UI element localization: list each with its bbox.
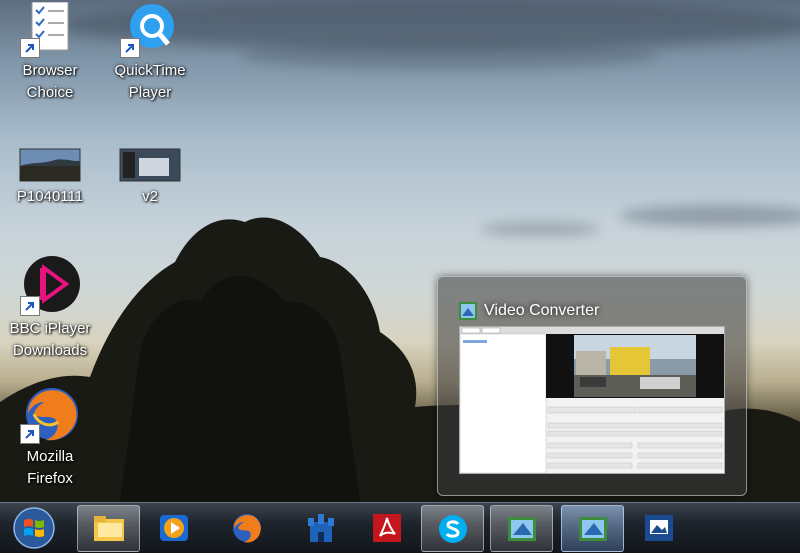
skype-icon [439,515,467,543]
icon-label: v2 [142,188,158,205]
video-thumbnail-icon [119,148,181,182]
thumbnail-title: Video Converter [484,302,600,319]
taskbar-button-video-converter-1[interactable] [490,505,553,552]
file-explorer-icon [94,516,124,541]
desktop-icon-p1040111[interactable]: P1040111 [5,148,95,208]
taskbar-button-photo-viewer[interactable] [628,505,689,550]
taskbar [0,502,800,553]
icon-label-line-1: Mozilla [26,448,74,465]
adobe-reader-icon [373,514,401,542]
video-converter-icon [579,517,607,541]
desktop-icon-firefox[interactable]: Mozilla Firefox [5,384,95,490]
firefox-icon [233,514,261,543]
taskbar-button-video-converter-2[interactable] [561,505,624,552]
photo-viewer-icon [645,515,673,541]
media-player-icon [160,515,188,541]
icon-label: P1040111 [16,188,84,205]
castle-app-icon [308,514,334,542]
shortcut-arrow-icon [20,424,40,444]
icon-label-line-2: Firefox [27,470,73,487]
taskbar-button-castle-app[interactable] [290,505,351,550]
taskbar-button-file-explorer[interactable] [77,505,140,552]
photo-thumbnail-icon [19,148,81,182]
icon-label-line-1: Browser [22,62,78,79]
icon-label-line-2: Choice [26,84,74,101]
shortcut-arrow-icon [120,38,140,58]
icon-label-line-2: Downloads [12,342,88,359]
windows-start-icon [13,507,55,549]
icon-label-line-2: Player [128,84,172,101]
icon-label-line-1: QuickTime [114,62,186,79]
icon-label-line-1: BBC iPlayer [9,320,91,337]
shortcut-arrow-icon [20,296,40,316]
taskbar-button-adobe-reader[interactable] [356,505,417,550]
desktop-icon-quicktime[interactable]: QuickTime Player [105,2,195,104]
taskbar-button-skype[interactable] [421,505,484,552]
video-converter-icon [459,302,477,320]
window-preview [459,326,725,474]
taskbar-button-media-player[interactable] [143,505,204,550]
desktop-icon-browser-choice[interactable]: Browser Choice [5,1,95,104]
start-button[interactable] [10,506,58,550]
desktop-icon-bbc-iplayer[interactable]: BBC iPlayer Downloads [5,254,95,362]
video-converter-icon [508,517,536,541]
taskbar-button-firefox[interactable] [216,505,277,550]
desktop-icon-v2[interactable]: v2 [105,148,195,208]
taskbar-thumbnail-preview[interactable]: Video Converter [437,276,747,496]
shortcut-arrow-icon [20,38,40,58]
